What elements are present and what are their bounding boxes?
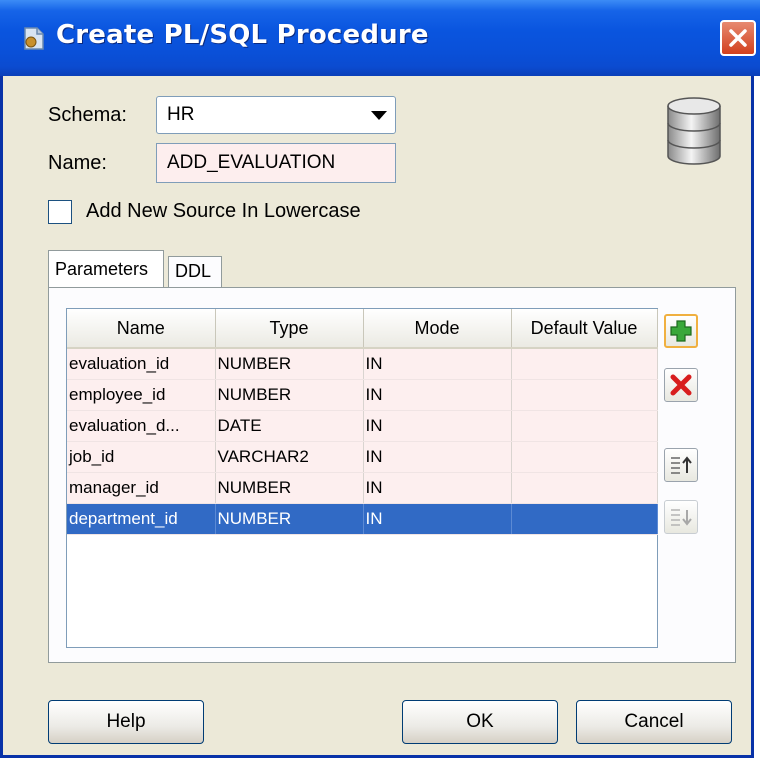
table-row[interactable]: evaluation_d... DATE IN — [67, 410, 658, 442]
help-button[interactable]: Help — [48, 700, 204, 744]
close-icon — [729, 29, 747, 47]
parameters-table: Name Type Mode Default Value evaluation_… — [66, 308, 658, 648]
add-parameter-button[interactable] — [664, 314, 698, 348]
ok-button[interactable]: OK — [402, 700, 558, 744]
title-bar[interactable]: Create PL/SQL Procedure — [0, 0, 760, 76]
param-mode-cell[interactable]: IN — [363, 379, 512, 411]
add-icon — [670, 320, 692, 342]
param-type-cell[interactable]: NUMBER — [215, 379, 364, 411]
schema-select[interactable]: HR — [156, 96, 396, 134]
column-header-default-value[interactable]: Default Value — [511, 309, 658, 349]
param-type-cell[interactable]: DATE — [215, 410, 364, 442]
param-type-cell[interactable]: NUMBER — [215, 348, 364, 380]
table-row[interactable]: manager_id NUMBER IN — [67, 472, 658, 504]
param-mode-cell[interactable]: IN — [363, 503, 512, 535]
procedure-icon — [24, 27, 44, 50]
param-name-cell[interactable]: department_id — [67, 503, 216, 535]
move-down-button[interactable] — [664, 500, 698, 534]
ok-label: OK — [466, 711, 494, 732]
param-mode-cell[interactable]: IN — [363, 348, 512, 380]
param-default-cell[interactable] — [511, 503, 658, 535]
param-type-cell[interactable]: NUMBER — [215, 472, 364, 504]
remove-parameter-button[interactable] — [664, 368, 698, 402]
param-name-cell[interactable]: evaluation_id — [67, 348, 216, 380]
column-header-type[interactable]: Type — [215, 309, 364, 349]
param-type-cell[interactable]: NUMBER — [215, 503, 364, 535]
chevron-down-icon — [371, 111, 387, 120]
tab-parameters[interactable]: Parameters — [48, 250, 164, 288]
param-default-cell[interactable] — [511, 472, 658, 504]
lowercase-checkbox[interactable] — [48, 200, 72, 224]
move-up-button[interactable] — [664, 448, 698, 482]
param-name-cell[interactable]: job_id — [67, 441, 216, 473]
move-up-icon — [671, 456, 692, 474]
table-header: Name Type Mode Default Value — [67, 309, 658, 349]
column-header-name[interactable]: Name — [67, 309, 216, 349]
cancel-button[interactable]: Cancel — [576, 700, 732, 744]
move-down-icon — [671, 509, 692, 526]
param-mode-cell[interactable]: IN — [363, 410, 512, 442]
table-row[interactable]: job_id VARCHAR2 IN — [67, 441, 658, 473]
close-button[interactable] — [720, 20, 756, 56]
table-row[interactable]: employee_id NUMBER IN — [67, 379, 658, 411]
tab-ddl[interactable]: DDL — [168, 256, 222, 288]
remove-icon — [670, 374, 692, 396]
param-default-cell[interactable] — [511, 441, 658, 473]
param-mode-cell[interactable]: IN — [363, 472, 512, 504]
schema-value: HR — [167, 104, 195, 125]
param-name-cell[interactable]: employee_id — [67, 379, 216, 411]
lowercase-label: Add New Source In Lowercase — [86, 200, 361, 222]
param-mode-cell[interactable]: IN — [363, 441, 512, 473]
param-default-cell[interactable] — [511, 379, 658, 411]
help-label: Help — [106, 711, 146, 732]
column-header-mode[interactable]: Mode — [363, 309, 512, 349]
param-default-cell[interactable] — [511, 348, 658, 380]
table-row-selected[interactable]: department_id NUMBER IN — [67, 503, 658, 535]
table-row[interactable]: evaluation_id NUMBER IN — [67, 348, 658, 380]
name-field[interactable]: ADD_EVALUATION — [156, 143, 396, 183]
param-default-cell[interactable] — [511, 410, 658, 442]
cancel-label: Cancel — [624, 711, 684, 732]
database-icon — [667, 97, 721, 165]
name-value: ADD_EVALUATION — [167, 152, 336, 173]
param-name-cell[interactable]: manager_id — [67, 472, 216, 504]
param-type-cell[interactable]: VARCHAR2 — [215, 441, 364, 473]
param-name-cell[interactable]: evaluation_d... — [67, 410, 216, 442]
schema-label: Schema: — [48, 104, 127, 126]
window-title: Create PL/SQL Procedure — [56, 20, 429, 50]
name-label: Name: — [48, 152, 107, 174]
